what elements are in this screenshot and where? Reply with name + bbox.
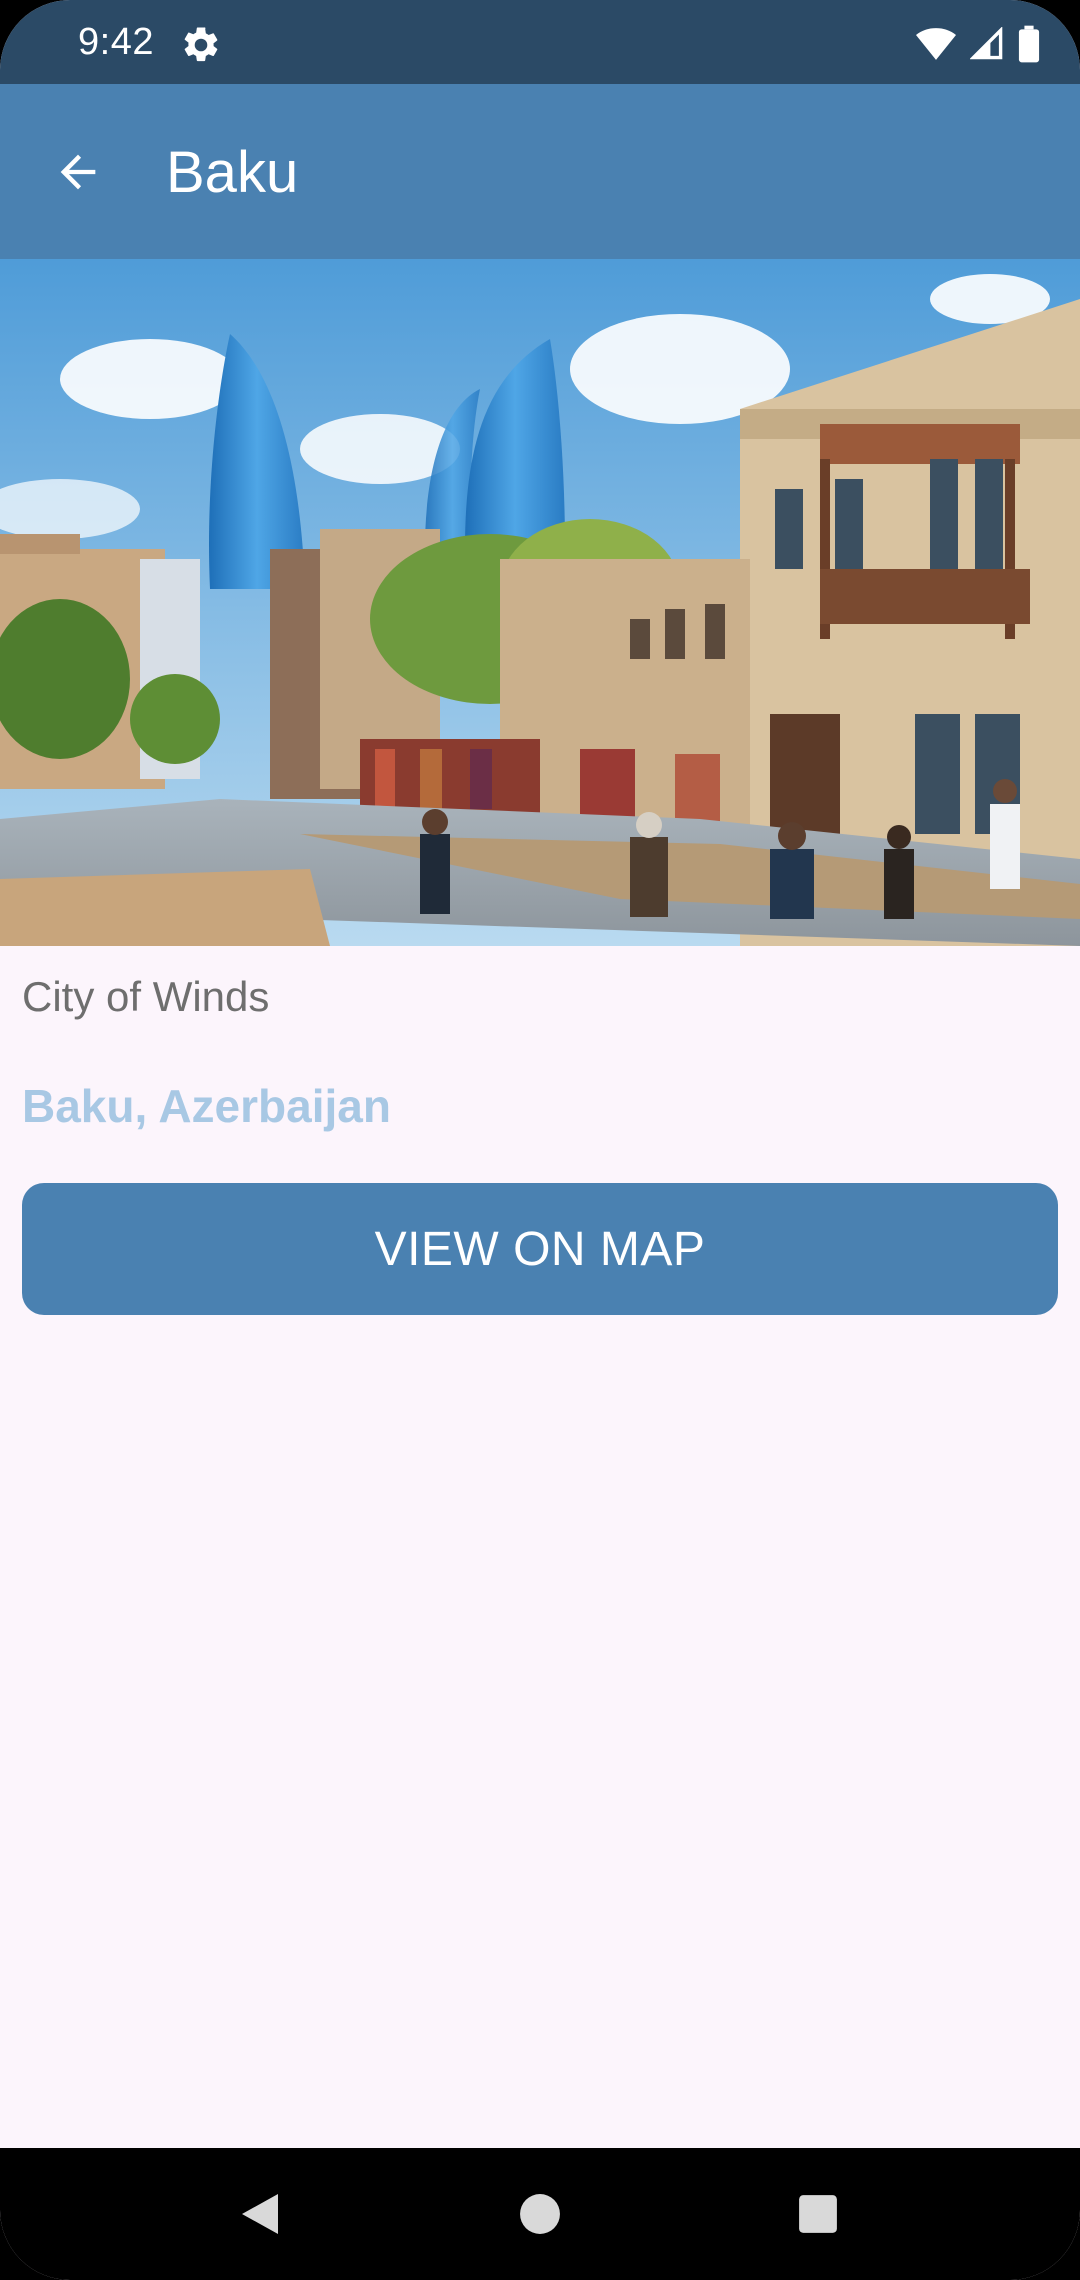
phone-screen: 9:42 Baku City of Winds Baku, Azerbaijan… [0,0,1080,2280]
arrow-back-icon [60,154,96,190]
wifi-icon [916,28,956,60]
place-subtitle: City of Winds [22,973,270,1020]
back-triangle-icon [242,2194,278,2234]
battery-icon [1018,25,1040,63]
page-title: Baku [166,140,299,205]
nav-back-button[interactable] [194,2148,326,2280]
nav-recents-button[interactable] [752,2148,884,2280]
recents-square-icon [799,2195,837,2233]
hero-image [0,259,1080,946]
nav-home-button[interactable] [474,2148,606,2280]
status-icons [916,22,1040,66]
home-circle-icon [520,2194,560,2234]
cellular-signal-icon [970,27,1003,60]
place-location: Baku, Azerbaijan [22,1080,391,1132]
system-navigation-bar [0,2148,1080,2280]
settings-gear-icon [184,27,218,62]
back-button[interactable] [36,130,120,214]
status-time: 9:42 [78,21,154,63]
status-bar: 9:42 [0,0,1080,84]
view-on-map-button[interactable]: VIEW ON MAP [22,1183,1058,1315]
city-street-illustration [0,259,1080,946]
app-bar: Baku [0,84,1080,259]
